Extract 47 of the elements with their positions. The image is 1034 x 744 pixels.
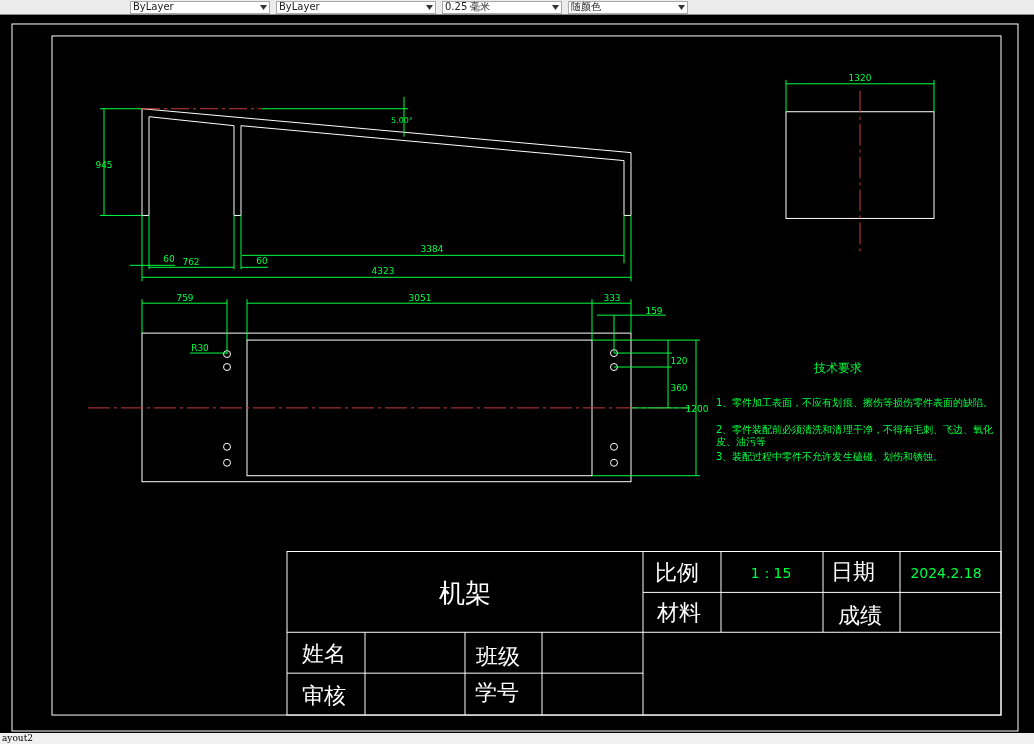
student-id-label: 学号 <box>474 680 520 706</box>
hole-circle <box>223 350 231 359</box>
grade-label: 成绩 <box>837 603 883 629</box>
dimension-text: 159 <box>645 306 663 317</box>
dropdown[interactable]: 0.25 毫米 <box>442 0 562 14</box>
dimension-text: 1200 <box>685 403 709 414</box>
class-label: 班级 <box>475 644 521 670</box>
hole-circle <box>223 458 231 467</box>
name-label: 姓名 <box>301 641 347 667</box>
requirements-title: 技术要求 <box>813 361 863 375</box>
requirement-text: 3、装配过程中零件不允许发生磕碰、划伤和锈蚀。 <box>716 450 943 462</box>
dimension-text: 360 <box>670 382 688 393</box>
dimension-text: 60 <box>256 256 268 267</box>
dimension-text: 60 <box>163 254 175 265</box>
caret-icon <box>552 4 559 10</box>
date-value: 2024.2.18 <box>910 565 982 582</box>
layout-tab[interactable]: ayout2 <box>0 733 1034 744</box>
hole-circle <box>223 363 231 371</box>
caret-icon <box>260 4 267 10</box>
dimension-text: R30 <box>191 343 209 354</box>
dimension-text: 759 <box>176 293 194 304</box>
part-name: 机架 <box>438 578 492 609</box>
dimension-text: 333 <box>603 293 621 304</box>
reviewer-label: 审核 <box>301 683 347 709</box>
dimension-text: 3384 <box>420 244 444 255</box>
hole-circle <box>610 458 618 467</box>
requirement-text: 2、零件装配前必须清洗和清理干净，不得有毛刺、飞边、氧化皮、油污等 <box>716 423 993 447</box>
dimension-text: 4323 <box>371 266 395 277</box>
dropdown[interactable]: ByLayer <box>130 0 270 14</box>
hole-circle <box>223 442 231 451</box>
caret-icon <box>426 4 433 10</box>
scale-value: 1：15 <box>750 565 792 582</box>
dimension-text: 762 <box>182 257 200 268</box>
dimension-text: 945 <box>95 159 113 170</box>
date-label: 日期 <box>830 559 876 585</box>
requirement-text: 1、零件加工表面，不应有划痕、擦伤等损伤零件表面的缺陷。 <box>716 396 993 408</box>
material-label: 材料 <box>656 600 702 626</box>
scale-label: 比例 <box>654 560 700 586</box>
hole-circle <box>610 349 618 358</box>
dimension-text: 3051 <box>408 293 432 304</box>
dropdown[interactable]: 随颜色 <box>568 0 688 14</box>
dropdown[interactable]: ByLayer <box>276 0 436 14</box>
dimension-text: 1320 <box>848 72 872 83</box>
hole-circle <box>610 363 618 371</box>
dimension-text: 120 <box>670 356 688 366</box>
hole-circle <box>610 442 618 451</box>
caret-icon <box>678 4 685 10</box>
